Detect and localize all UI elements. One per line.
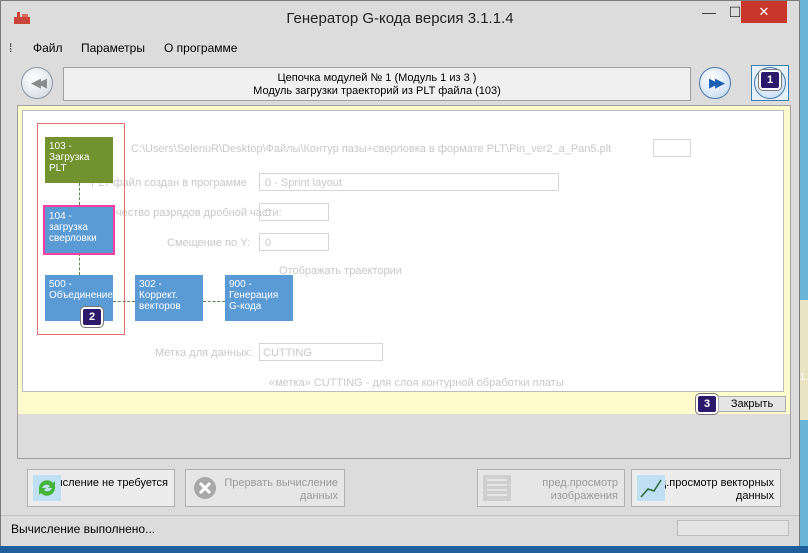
vector-preview-icon — [637, 475, 665, 501]
data-label-label: Метка для данных: — [155, 347, 253, 359]
preview-image-button[interactable]: пред.просмотр изображения — [477, 469, 625, 507]
menu-file[interactable]: Файл — [33, 41, 63, 55]
show-trajectories-label: Отображать траектории — [279, 265, 402, 277]
menu-bar: ⁞ Файл Параметры О программе — [9, 39, 789, 59]
offset-y-value: 0 — [265, 237, 272, 249]
node-103-load-plt[interactable]: 103 - Загрузка PLT — [45, 137, 113, 183]
chain-info-line1: Цепочка модулей № 1 (Модуль 1 из 3 ) — [277, 72, 477, 84]
created-in-value: 0 - Sprint layout — [265, 177, 343, 189]
data-label-value: CUTTING — [263, 347, 312, 359]
node-900-gcode-generation[interactable]: 900 - Генерация G-кода — [225, 275, 293, 321]
callout-badge-1: 1 — [759, 70, 781, 90]
link-103-104 — [79, 183, 80, 205]
close-graph-button[interactable]: Закрыть — [718, 396, 786, 412]
window-title: Генератор G-кода версия 3.1.1.4 — [286, 10, 514, 27]
file-path-field: C:\Users\SelenuR\Desktop\Файлы\Контур па… — [131, 143, 612, 155]
module-graph-canvas: C:\Users\SelenuR\Desktop\Файлы\Контур па… — [22, 110, 784, 392]
image-preview-icon — [483, 475, 511, 501]
stop-icon — [194, 477, 216, 499]
abort-calculation-label: Прервать вычисление данных — [224, 477, 338, 502]
callout-badge-2: 2 — [81, 307, 103, 327]
app-window: Генератор G-кода версия 3.1.1.4 — ☐ ✕ ⁞ … — [0, 0, 800, 548]
abort-calculation-button[interactable]: Прервать вычисление данных — [185, 469, 345, 507]
module-chain-panel: ◀◀ Цепочка модулей № 1 (Модуль 1 из 3 ) … — [17, 65, 789, 103]
taskbar — [0, 546, 808, 553]
desktop-label: 1. — [799, 372, 808, 383]
link-302-900 — [203, 301, 225, 302]
title-bar: Генератор G-кода версия 3.1.1.4 — ☐ ✕ — [1, 1, 799, 35]
progress-bar — [677, 520, 789, 536]
minimize-button[interactable]: — — [695, 1, 723, 23]
previous-module-button[interactable]: ◀◀ — [21, 67, 53, 99]
browse-button — [653, 139, 691, 157]
link-104-500 — [79, 253, 80, 275]
graph-overlay: C:\Users\SelenuR\Desktop\Файлы\Контур па… — [18, 106, 790, 414]
calculation-button[interactable]: Вычисление не требуется — [27, 469, 175, 507]
preview-vector-button[interactable]: пред.просмотр векторных данных — [631, 469, 781, 507]
chain-info: Цепочка модулей № 1 (Модуль 1 из 3 ) Мод… — [63, 67, 691, 101]
status-text: Вычисление выполнено... — [11, 522, 156, 536]
menu-grip: ⁞ — [9, 41, 13, 55]
node-302-vector-correction[interactable]: 302 - Коррект. векторов — [135, 275, 203, 321]
preview-image-label: пред.просмотр изображения — [542, 477, 618, 502]
node-104-load-drilling[interactable]: 104 - загрузка сверловки — [43, 205, 115, 255]
refresh-icon — [33, 475, 61, 501]
module-editor-panel: C:\Users\SelenuR\Desktop\Файлы\Контур па… — [17, 105, 791, 459]
next-module-button[interactable]: ▶▶ — [699, 67, 731, 99]
status-bar: Вычисление выполнено... — [1, 515, 799, 540]
link-500-302 — [113, 301, 135, 302]
close-window-button[interactable]: ✕ — [741, 1, 787, 23]
offset-y-label: Смещение по Y: — [167, 237, 250, 249]
decimals-value: 0 — [265, 207, 272, 219]
data-label-hint: «метка» CUTTING - для слоя контурной обр… — [269, 377, 564, 389]
menu-about[interactable]: О программе — [164, 41, 237, 55]
chain-info-line2: Модуль загрузки траекторий из PLT файла … — [253, 85, 501, 97]
menu-parameters[interactable]: Параметры — [81, 41, 145, 55]
callout-badge-3: 3 — [696, 394, 718, 414]
action-bar: Вычисление не требуется Прервать вычисле… — [17, 463, 789, 513]
